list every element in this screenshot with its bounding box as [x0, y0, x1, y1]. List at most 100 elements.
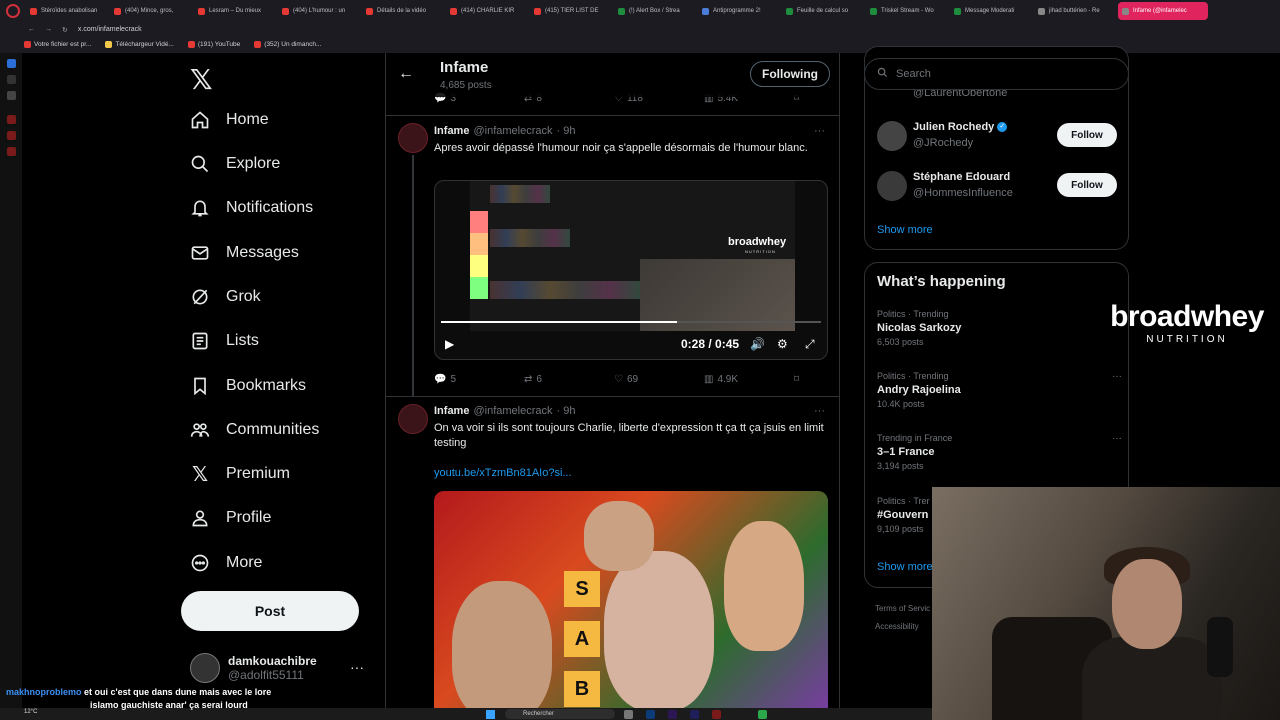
reply-button[interactable]: 💬 5 — [434, 374, 524, 385]
after-effects-icon[interactable] — [668, 710, 677, 719]
nav-item-notifications[interactable]: Notifications — [190, 190, 313, 226]
windows-start-icon[interactable] — [486, 710, 495, 719]
bookmark-item[interactable]: Votre fichier est pr... — [24, 41, 91, 49]
browser-tab[interactable]: Antiprogramme 2! — [698, 2, 780, 20]
suggestion-name: Stéphane Edouard — [913, 171, 1011, 183]
browser-tab[interactable]: (404) Mince, gros, — [110, 2, 192, 20]
trend-item[interactable]: Politics · Trending Andry Rajoelina 10.4… — [877, 371, 1122, 409]
browser-tab[interactable]: jihad buttérien - Re — [1034, 2, 1116, 20]
accessibility-link[interactable]: Accessibility — [875, 622, 930, 631]
show-more-link[interactable]: Show more — [877, 224, 933, 236]
more-dots-icon[interactable]: ··· — [1112, 433, 1122, 444]
messenger-icon[interactable] — [7, 59, 16, 68]
play-icon[interactable]: ▶ — [445, 337, 454, 351]
nav-item-more[interactable]: More — [190, 545, 262, 581]
like-button[interactable]: ♡ 69 — [614, 374, 704, 385]
trend-item[interactable]: Trending in France 3–1 France 3,194 post… — [877, 433, 1122, 471]
bookmark-item[interactable]: Téléchargeur Vidé... — [105, 41, 174, 49]
volume-icon[interactable]: 🔊 — [750, 337, 765, 351]
video-player[interactable]: broadwhey NUTRITION ▶ 0:28 / 0:45 🔊 ⚙ ⤢ — [434, 180, 828, 360]
post-button[interactable]: Post — [181, 591, 359, 631]
youtube-favicon-icon — [366, 7, 373, 15]
spotify-icon[interactable] — [758, 710, 767, 719]
back-arrow-icon[interactable]: ← — [28, 26, 35, 33]
back-arrow-icon[interactable]: ← — [398, 65, 414, 83]
browser-logo-icon — [6, 4, 20, 18]
following-button[interactable]: Following — [750, 61, 830, 87]
nav-item-communities[interactable]: Communities — [190, 412, 319, 448]
tweet-header: Infame @infamelecrack · 9h — [434, 405, 575, 417]
fullscreen-icon[interactable]: ⤢ — [805, 337, 815, 352]
gear-icon[interactable]: ⚙ — [777, 337, 788, 351]
tweet-author[interactable]: Infame — [434, 125, 469, 137]
settings-icon[interactable] — [7, 147, 16, 156]
search-input[interactable]: Search — [864, 58, 1129, 90]
browser-tab[interactable]: Détails de la vidéo — [362, 2, 444, 20]
bookmark-icon: ⌑ — [794, 373, 800, 385]
nav-item-home[interactable]: Home — [190, 102, 269, 138]
repost-icon: ⇄ — [524, 373, 533, 385]
trend-item[interactable]: Politics · Trending Nicolas Sarkozy 6,50… — [877, 309, 1122, 347]
bookmark-button[interactable]: ⌑ — [794, 374, 799, 385]
x-small-icon[interactable] — [7, 91, 16, 100]
taskbar-search[interactable]: Rechercher — [505, 709, 615, 719]
browser-tab[interactable]: Triskel Stream - Wo — [866, 2, 948, 20]
browser-tab[interactable]: (414) CHARLIE KIR — [446, 2, 528, 20]
premiere-icon[interactable] — [690, 710, 699, 719]
nav-item-explore[interactable]: Explore — [190, 146, 280, 182]
browser-tab[interactable]: (!) Alert Box / Strea — [614, 2, 696, 20]
repost-button[interactable]: ⇄ 6 — [524, 374, 614, 385]
reload-icon[interactable]: ↻ — [62, 26, 68, 34]
x-logo-icon[interactable]: 𝕏 — [190, 63, 213, 96]
views-button[interactable]: ▥ 4.9K — [704, 374, 794, 385]
nav-item-premium[interactable]: 𝕏 Premium — [190, 456, 290, 492]
follow-suggestion[interactable]: Julien Rochedy ✓ @JRochedy Follow — [877, 117, 1117, 157]
account-switcher[interactable]: damkouachibre @adolfit55111 — [190, 653, 317, 683]
nav-item-profile[interactable]: Profile — [190, 500, 271, 536]
forward-arrow-icon[interactable]: → — [45, 26, 52, 33]
follow-button[interactable]: Follow — [1057, 173, 1117, 197]
browser-tab[interactable]: Lesram – Du mieux — [194, 2, 276, 20]
photoshop-icon[interactable] — [646, 710, 655, 719]
more-dots-icon[interactable]: ··· — [814, 405, 825, 417]
follow-button[interactable]: Follow — [1057, 123, 1117, 147]
url-field[interactable]: x.com/infamelecrack — [78, 26, 142, 33]
nav-item-bookmarks[interactable]: Bookmarks — [190, 368, 306, 404]
footer-links: Terms of Servic Accessibility — [875, 604, 930, 631]
file-explorer-icon[interactable] — [624, 710, 633, 719]
link-preview-image[interactable]: S A B — [434, 491, 828, 720]
browser-taskbar-icon[interactable] — [712, 710, 721, 719]
more-dots-icon[interactable]: ··· — [1112, 371, 1122, 382]
youtube-favicon-icon — [534, 7, 541, 15]
tier-letter: B — [564, 671, 600, 707]
tiktok-icon[interactable] — [7, 75, 16, 84]
more-dots-icon[interactable]: ··· — [350, 659, 364, 675]
bookmark-item[interactable]: (191) YouTube — [187, 41, 240, 49]
avatar[interactable] — [398, 123, 428, 153]
more-dots-icon[interactable]: ··· — [814, 125, 825, 137]
follow-suggestion[interactable]: Stéphane Edouard @HommesInfluence Follow — [877, 167, 1117, 207]
nav-item-grok[interactable]: Grok — [190, 279, 261, 315]
video-progress-bar[interactable] — [441, 321, 821, 323]
tweet-handle[interactable]: @infamelecrack — [473, 405, 552, 417]
terms-link[interactable]: Terms of Servic — [875, 604, 930, 613]
show-more-link[interactable]: Show more — [877, 561, 933, 573]
browser-tab[interactable]: Message Moderati — [950, 2, 1032, 20]
nav-item-messages[interactable]: Messages — [190, 235, 299, 271]
browser-tab[interactable]: Feuille de calcul so — [782, 2, 864, 20]
browser-tab[interactable]: (404) L'humour : un — [278, 2, 360, 20]
browser-tab[interactable]: (415) TIER LIST DE — [530, 2, 612, 20]
avatar[interactable] — [398, 404, 428, 434]
tweet-link[interactable]: youtu.be/xTzmBn81AIo?si... — [434, 467, 572, 479]
tweet-handle[interactable]: @infamelecrack — [473, 125, 552, 137]
youtube-favicon-icon — [254, 41, 262, 49]
tweet-time[interactable]: · 9h — [557, 405, 576, 417]
nav-item-lists[interactable]: Lists — [190, 323, 259, 359]
browser-tab[interactable]: Stéroïdes anabolisan — [26, 2, 108, 20]
bookmark-item[interactable]: (352) Un dimanch... — [254, 41, 321, 49]
download-icon[interactable] — [7, 131, 16, 140]
history-icon[interactable] — [7, 115, 16, 124]
tweet-author[interactable]: Infame — [434, 405, 469, 417]
browser-tab-active[interactable]: Infame (@infamelec — [1118, 2, 1208, 20]
tweet-time[interactable]: · 9h — [557, 125, 576, 137]
